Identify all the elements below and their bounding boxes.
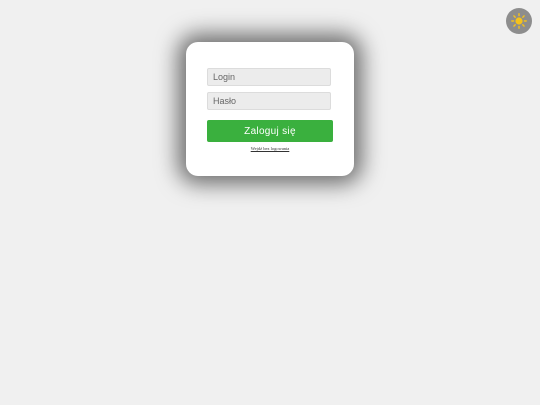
theme-toggle-button[interactable] — [506, 8, 532, 34]
password-input[interactable] — [207, 92, 331, 110]
login-button[interactable]: Zaloguj się — [207, 120, 333, 142]
login-card: Zaloguj się Wejdź bez logowania — [186, 42, 354, 176]
login-input[interactable] — [207, 68, 331, 86]
sun-icon — [511, 13, 527, 29]
guest-login-link[interactable]: Wejdź bez logowania — [186, 146, 354, 151]
